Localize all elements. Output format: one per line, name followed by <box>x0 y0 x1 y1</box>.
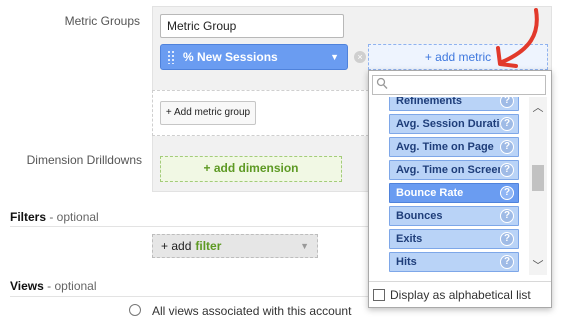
metric-list: Refinements ? Avg. Session Duration ? Av… <box>369 97 529 275</box>
metric-option[interactable]: Bounces ? <box>389 206 519 226</box>
filters-section-title: Filters - optional <box>10 210 99 224</box>
search-icon <box>376 77 388 96</box>
help-icon[interactable]: ? <box>500 209 514 223</box>
views-section-title: Views - optional <box>10 279 97 293</box>
help-icon[interactable]: ? <box>500 140 514 154</box>
metric-pill-label: % New Sessions <box>183 50 278 64</box>
alphabetical-checkbox[interactable] <box>373 288 385 301</box>
help-icon[interactable]: ? <box>500 186 514 200</box>
all-views-radio[interactable] <box>129 304 141 316</box>
alphabetical-checkbox-label[interactable]: Display as alphabetical list <box>390 288 531 302</box>
metric-group-name-field[interactable]: Metric Group <box>160 14 344 38</box>
metric-search-input[interactable] <box>372 75 546 95</box>
curved-arrow-icon <box>490 4 550 76</box>
filters-divider <box>10 226 368 227</box>
metric-option-label: Bounces <box>396 210 443 222</box>
add-filter-word: filter <box>195 239 222 253</box>
help-icon[interactable]: ? <box>500 117 514 131</box>
chevron-down-icon: ▼ <box>300 241 309 251</box>
views-divider <box>10 296 368 297</box>
filters-title: Filters <box>10 210 47 224</box>
metric-option-selected[interactable]: Bounce Rate ? <box>389 183 519 203</box>
add-metric-group-button[interactable]: + Add metric group <box>160 101 256 125</box>
close-icon[interactable]: × <box>354 51 366 63</box>
add-filter-prefix: + add <box>161 239 192 253</box>
metric-option-label: Avg. Session Duration <box>396 118 513 130</box>
metric-option[interactable]: Exits ? <box>389 229 519 249</box>
views-title: Views <box>10 279 44 293</box>
metric-option[interactable]: Avg. Session Duration ? <box>389 114 519 134</box>
metric-option[interactable]: Avg. Time on Screen ? <box>389 160 519 180</box>
metric-groups-label: Metric Groups <box>64 14 140 28</box>
metric-option[interactable]: Refinements ? <box>389 97 519 111</box>
chevron-up-icon[interactable]: ︿ <box>529 99 547 115</box>
help-icon[interactable]: ? <box>500 232 514 246</box>
help-icon[interactable]: ? <box>500 163 514 177</box>
drag-handle-icon[interactable] <box>167 50 175 64</box>
metric-picker-dropdown: Refinements ? Avg. Session Duration ? Av… <box>368 70 552 308</box>
metric-option-label: Avg. Time on Page <box>396 141 494 153</box>
add-dimension-button[interactable]: + add dimension <box>160 156 342 182</box>
help-icon[interactable]: ? <box>500 97 514 108</box>
metric-option-label: Bounce Rate <box>396 187 464 199</box>
metric-option-label: Exits <box>396 233 423 245</box>
metric-pill-new-sessions[interactable]: % New Sessions ▼ <box>160 44 348 70</box>
metric-option[interactable]: Avg. Time on Page ? <box>389 137 519 157</box>
scrollbar-thumb[interactable] <box>532 165 544 191</box>
dimension-drilldowns-label: Dimension Drilldowns <box>26 153 142 167</box>
metric-option-label: Refinements <box>396 97 463 107</box>
metric-option-label: Hits <box>396 256 417 268</box>
chevron-down-icon[interactable]: ▼ <box>330 52 339 62</box>
help-icon[interactable]: ? <box>500 255 514 269</box>
views-optional: - optional <box>43 279 97 293</box>
dropdown-footer: Display as alphabetical list <box>369 281 551 307</box>
all-views-radio-label[interactable]: All views associated with this account <box>152 304 351 318</box>
chevron-down-icon[interactable]: ﹀ <box>529 257 547 273</box>
filters-optional: - optional <box>46 210 99 224</box>
metric-option-label: Avg. Time on Screen <box>396 164 505 176</box>
add-filter-dropdown[interactable]: + add filter ▼ <box>152 234 318 258</box>
metric-option[interactable]: Hits ? <box>389 252 519 272</box>
